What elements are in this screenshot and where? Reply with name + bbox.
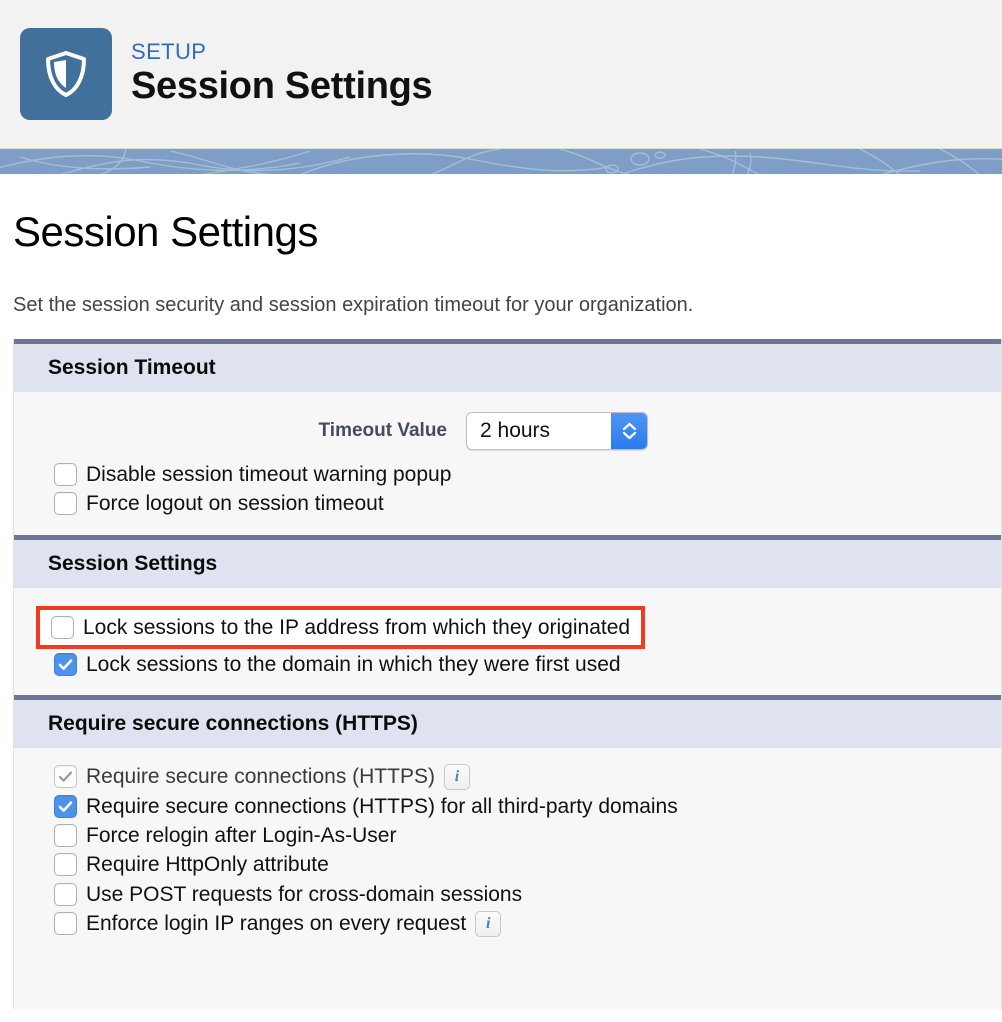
info-icon[interactable]: i (443, 763, 470, 790)
red-highlight-box: Lock sessions to the IP address from whi… (36, 605, 646, 649)
checkbox-label: Force relogin after Login-As-User (86, 824, 397, 848)
setup-page-title: Session Settings (131, 65, 433, 108)
checkbox-row-require-secure-connections-third-party[interactable]: Require secure connections (HTTPS) for a… (14, 792, 1001, 821)
checkbox-row-require-httponly-attribute[interactable]: Require HttpOnly attribute (14, 850, 1001, 879)
timeout-value-stepper[interactable] (611, 413, 647, 450)
setup-app-tile (20, 28, 112, 120)
band-pattern-icon (0, 149, 1002, 174)
decorative-band (0, 148, 1002, 174)
checkbox-force-relogin-after-login-as-user[interactable] (54, 824, 77, 848)
timeout-value-selected: 2 hours (480, 419, 551, 443)
checkbox-label: Disable session timeout warning popup (86, 463, 452, 487)
checkbox-lock-sessions-to-domain[interactable] (54, 652, 77, 676)
checkbox-row-enforce-login-ip-ranges[interactable]: Enforce login IP ranges on every request… (14, 909, 1001, 939)
section-body-require-secure-connections: Require secure connections (HTTPS) i Req… (14, 747, 1001, 955)
section-body-session-settings: Lock sessions to the IP address from whi… (14, 587, 1001, 695)
setup-eyebrow: SETUP (131, 39, 207, 64)
checkbox-label: Use POST requests for cross-domain sessi… (86, 882, 523, 906)
timeout-value-row: Timeout Value 2 hours (14, 406, 1001, 460)
section-header-session-timeout: Session Timeout (14, 339, 1001, 393)
settings-panel: Session Timeout Timeout Value 2 hours Di… (13, 339, 1002, 1010)
checkbox-label: Require secure connections (HTTPS) (86, 765, 435, 789)
checkbox-disable-session-timeout-warning-popup[interactable] (54, 463, 77, 487)
checkbox-require-secure-connections (54, 765, 77, 789)
checkbox-require-secure-connections-third-party[interactable] (54, 795, 77, 819)
chevron-up-icon[interactable] (622, 422, 637, 431)
checkbox-label: Lock sessions to the domain in which the… (86, 652, 621, 676)
checkbox-label: Require secure connections (HTTPS) for a… (86, 794, 678, 818)
checkbox-require-httponly-attribute[interactable] (54, 853, 77, 877)
section-header-session-settings: Session Settings (14, 534, 1001, 588)
timeout-value-label: Timeout Value (318, 420, 447, 442)
checkbox-force-logout-on-session-timeout[interactable] (54, 492, 77, 516)
page-body: Session Settings Set the session securit… (0, 208, 1002, 1010)
checkbox-row-lock-sessions-to-domain[interactable]: Lock sessions to the domain in which the… (14, 650, 1001, 679)
checkbox-row-lock-sessions-to-ip-address[interactable]: Lock sessions to the IP address from whi… (51, 613, 630, 642)
page-description: Set the session security and session exp… (13, 294, 694, 317)
checkbox-label: Enforce login IP ranges on every request (86, 912, 467, 936)
info-icon[interactable]: i (475, 910, 502, 937)
page-title: Session Settings (13, 208, 318, 255)
chevron-down-icon[interactable] (622, 431, 637, 440)
checkbox-label: Force logout on session timeout (86, 492, 384, 516)
timeout-value-select[interactable]: 2 hours (466, 412, 648, 451)
setup-header: SETUP Session Settings (0, 0, 1002, 148)
checkbox-row-require-secure-connections[interactable]: Require secure connections (HTTPS) i (14, 762, 1001, 792)
setup-title-group: SETUP Session Settings (131, 39, 433, 108)
shield-icon (43, 49, 89, 99)
checkbox-enforce-login-ip-ranges[interactable] (54, 912, 77, 936)
checkbox-label: Require HttpOnly attribute (86, 853, 329, 877)
highlight-annotation-wrapper: Lock sessions to the IP address from whi… (14, 602, 1001, 650)
checkbox-row-use-post-requests-cross-domain[interactable]: Use POST requests for cross-domain sessi… (14, 880, 1001, 909)
checkbox-row-force-logout-on-session-timeout[interactable]: Force logout on session timeout (14, 489, 1001, 518)
checkbox-lock-sessions-to-ip-address[interactable] (51, 615, 74, 639)
checkbox-row-disable-session-timeout-warning-popup[interactable]: Disable session timeout warning popup (14, 460, 1001, 489)
checkbox-label: Lock sessions to the IP address from whi… (83, 615, 631, 639)
section-body-session-timeout: Timeout Value 2 hours Disable session ti… (14, 392, 1001, 535)
checkbox-use-post-requests-cross-domain[interactable] (54, 882, 77, 906)
section-header-require-secure-connections: Require secure connections (HTTPS) (14, 694, 1001, 748)
checkbox-row-force-relogin-after-login-as-user[interactable]: Force relogin after Login-As-User (14, 821, 1001, 850)
